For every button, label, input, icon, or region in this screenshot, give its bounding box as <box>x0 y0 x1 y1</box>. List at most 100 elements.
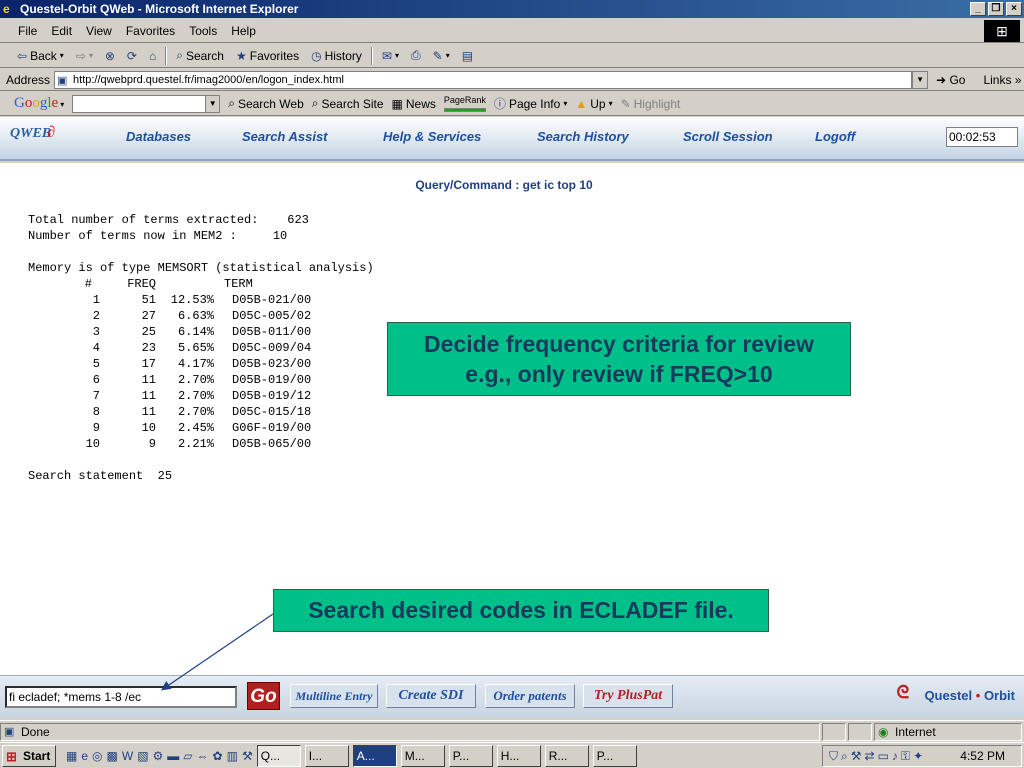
address-go-button[interactable]: ➜ Go <box>936 73 965 87</box>
chevron-down-icon[interactable]: ▾ <box>395 51 399 60</box>
explorer-icon[interactable]: ▧ <box>137 749 148 763</box>
forward-button[interactable]: ⇨ ▾ <box>73 49 96 63</box>
notes-icon[interactable]: ▱ <box>183 749 192 763</box>
taskbar-item[interactable]: P... <box>592 744 637 767</box>
chevron-down-icon[interactable]: ▾ <box>89 51 93 60</box>
highlight-button[interactable]: ✎ Highlight <box>621 97 681 111</box>
taskbar-item[interactable]: Q... <box>256 744 301 767</box>
links-button[interactable]: Links » <box>983 73 1021 87</box>
edit-button[interactable]: ✎ ▾ <box>430 49 453 63</box>
windows-flag-icon: ⊞ <box>6 748 17 764</box>
taskbar-item[interactable]: R... <box>544 744 589 767</box>
ie-icon[interactable]: e <box>81 749 88 763</box>
nav-databases[interactable]: Databases <box>126 129 191 144</box>
row-freq: 11 <box>141 373 156 387</box>
window-title: Questel-Orbit QWeb - Microsoft Internet … <box>20 2 299 16</box>
try-pluspat-button[interactable]: Try PlusPat <box>583 684 673 708</box>
news-button[interactable]: ▦ News <box>392 97 436 111</box>
tool-icon[interactable]: ⚒ <box>242 749 253 763</box>
chevron-down-icon[interactable]: ▾ <box>563 99 567 108</box>
menu-file[interactable]: File <box>18 24 37 38</box>
row-pct: 6.14% <box>177 325 214 339</box>
history-button[interactable]: ◷ History <box>308 49 365 63</box>
qweb-logo[interactable]: QWEB∂ <box>10 124 55 142</box>
order-patents-button[interactable]: Order patents <box>485 684 575 708</box>
menu-view[interactable]: View <box>86 24 112 38</box>
search-site-button[interactable]: ⌕ Search Site <box>312 96 384 111</box>
monitor-icon[interactable]: ▭ <box>878 749 889 763</box>
cmd-icon[interactable]: ▬ <box>167 749 179 763</box>
menu-tools[interactable]: Tools <box>189 24 217 38</box>
word-icon[interactable]: W <box>122 749 133 763</box>
chevron-down-icon[interactable]: ▾ <box>60 51 64 60</box>
nav-scroll-session[interactable]: Scroll Session <box>683 129 773 144</box>
shield-icon[interactable]: ⛉ <box>829 749 838 764</box>
up-button[interactable]: ▲ Up ▾ <box>575 97 612 111</box>
network-icon[interactable]: ⇔ <box>197 749 209 763</box>
address-input[interactable]: ▣ http://qwebprd.questel.fr/imag2000/en/… <box>54 70 913 89</box>
taskbar-item[interactable]: P... <box>448 744 493 767</box>
print-button[interactable]: ⎙ <box>408 48 424 63</box>
restore-icon[interactable]: ❐ <box>988 2 1004 16</box>
taskbar-item[interactable]: M... <box>400 744 445 767</box>
table-rows: 1 51 12.53% D05B-021/00 2 27 6.63% D05C-005/02 3… <box>28 292 314 452</box>
row-num: 7 <box>92 389 100 403</box>
taskbar-item[interactable]: I... <box>304 744 349 767</box>
tools-icon[interactable]: ⚒ <box>851 749 862 763</box>
desktop-icon[interactable]: ▦ <box>66 749 77 763</box>
search-icon[interactable]: ⌕ <box>841 749 848 764</box>
minimize-icon[interactable]: _ <box>970 2 986 16</box>
stop-icon: ⊗ <box>104 48 115 63</box>
taskbar-item[interactable]: H... <box>496 744 541 767</box>
command-go-button[interactable]: Go <box>247 682 280 710</box>
chevron-down-icon[interactable]: ▾ <box>609 99 613 108</box>
google-logo[interactable]: Google ▾ <box>14 95 64 112</box>
stop-button[interactable]: ⊗ <box>102 49 118 63</box>
pagerank-indicator: PageRank <box>444 95 486 112</box>
update-icon[interactable]: ✦ <box>913 749 923 763</box>
app-icon[interactable]: ✿ <box>213 749 223 763</box>
search-icon: ⌕ <box>176 48 183 62</box>
nav-help-services[interactable]: Help & Services <box>383 129 481 144</box>
command-input[interactable]: fi ecladef; *mems 1-8 /ec <box>5 686 237 708</box>
discuss-button[interactable]: ▤ <box>459 49 476 63</box>
chevron-down-icon[interactable]: ▾ <box>446 51 450 60</box>
menu-help[interactable]: Help <box>231 24 256 38</box>
table-row: 8 11 2.70% D05C-015/18 <box>28 404 314 420</box>
outlook-icon[interactable]: ◎ <box>92 749 102 763</box>
security-icon[interactable]: ⚿ <box>901 749 910 764</box>
multiline-entry-button[interactable]: Multiline Entry <box>290 684 378 708</box>
nav-logoff[interactable]: Logoff <box>815 129 855 144</box>
home-button[interactable]: ⌂ <box>146 49 159 63</box>
volume-icon[interactable]: ♪ <box>892 749 898 763</box>
address-dropdown[interactable]: ▼ <box>912 70 929 89</box>
menu-edit[interactable]: Edit <box>51 24 72 38</box>
settings-icon[interactable]: ⚙ <box>153 749 164 763</box>
search-web-button[interactable]: ⌕ Search Web <box>228 96 304 111</box>
row-freq: 25 <box>141 325 156 339</box>
nav-search-assist[interactable]: Search Assist <box>242 129 328 144</box>
page-info-button[interactable]: ⓘ Page Info ▾ <box>494 95 567 112</box>
home-icon: ⌂ <box>148 48 157 63</box>
menu-favorites[interactable]: Favorites <box>126 24 175 38</box>
nav-search-history[interactable]: Search History <box>537 129 629 144</box>
google-search-input[interactable]: ▼ <box>72 94 221 113</box>
excel-icon[interactable]: ▩ <box>107 749 118 763</box>
taskbar-item[interactable]: A... <box>352 744 397 767</box>
chevron-down-icon[interactable]: ▼ <box>205 95 220 112</box>
row-num: 5 <box>92 357 100 371</box>
back-button[interactable]: ⇦ Back ▾ <box>14 49 67 63</box>
refresh-button[interactable]: ⟳ <box>124 49 140 63</box>
close-icon[interactable]: × <box>1006 2 1022 16</box>
table-row: 4 23 5.65% D05C-009/04 <box>28 340 314 356</box>
table-header: # FREQ TERM <box>28 276 314 292</box>
create-sdi-button[interactable]: Create SDI <box>386 684 476 708</box>
favorites-button[interactable]: ★ Favorites <box>233 49 302 63</box>
table-row: 5 17 4.17% D05B-023/00 <box>28 356 314 372</box>
network-icon[interactable]: ⇄ <box>865 749 875 763</box>
search-button[interactable]: ⌕ Search <box>173 48 227 63</box>
books-icon[interactable]: ▥ <box>227 749 238 763</box>
frequency-table: # FREQ TERM 1 51 12.53% D05B-021/00 2 27 6.63%… <box>28 276 314 452</box>
mail-button[interactable]: ✉ ▾ <box>379 49 402 63</box>
start-button[interactable]: ⊞ Start <box>2 744 56 767</box>
